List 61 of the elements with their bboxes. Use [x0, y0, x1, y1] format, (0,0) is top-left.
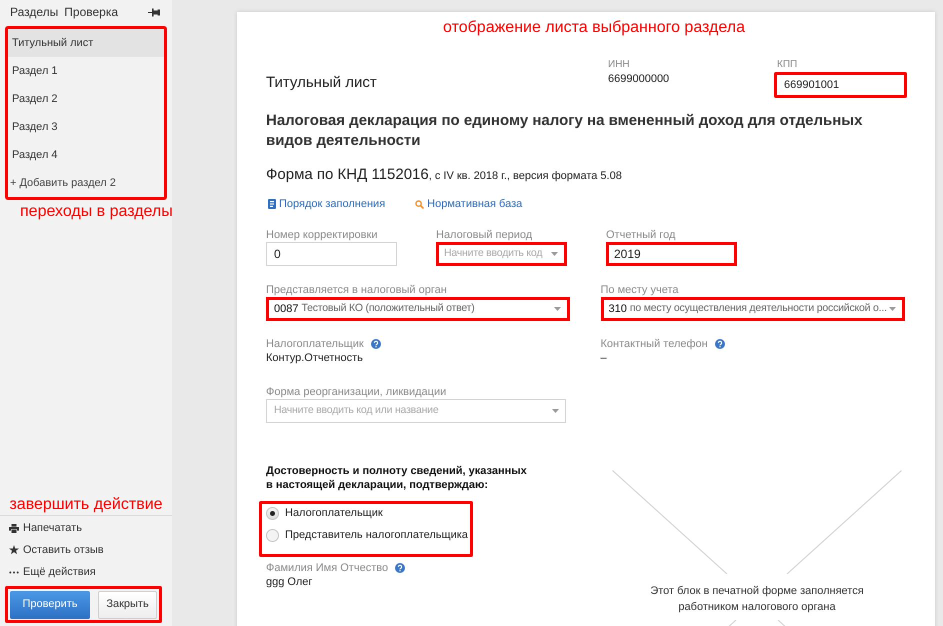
- action-link[interactable]: Оставить отзыв: [0, 539, 172, 561]
- sidebar-tab[interactable]: Проверка: [64, 4, 118, 20]
- field-label: По месту учета: [600, 283, 678, 297]
- radio-button[interactable]: [266, 506, 279, 520]
- primary-button[interactable]: Проверить: [10, 590, 90, 618]
- add-section-link[interactable]: + Добавить раздел 2: [8, 169, 164, 197]
- help-icon[interactable]: [370, 339, 381, 349]
- caret-icon: [888, 307, 896, 311]
- search-icon: [415, 200, 424, 208]
- field-label: Представляется в налоговый орган: [266, 283, 447, 297]
- field-label: Налоговый период: [436, 228, 532, 242]
- link[interactable]: Порядок заполнения: [268, 196, 386, 212]
- field-label: Форма реорганизации, ликвидации: [266, 385, 446, 399]
- field-value: ggg Олег: [266, 575, 312, 589]
- form-code: Форма по КНД 1152016: [266, 166, 429, 184]
- radio-option[interactable]: Налогоплательщик: [266, 504, 470, 522]
- field-label: Отчетный год: [606, 228, 676, 242]
- field-label: КПП: [776, 58, 798, 72]
- form-version: , с IV кв. 2018 г., версия формата 5.08: [428, 169, 622, 184]
- field-value: 6699000000: [608, 72, 670, 86]
- section-item[interactable]: Раздел 1: [8, 57, 164, 85]
- dropdown-field[interactable]: 0087 Тестовый КО (положительный ответ): [266, 297, 570, 321]
- action-link[interactable]: Ещё действия: [0, 561, 172, 583]
- dropdown-field[interactable]: 310 по месту осуществления деятельности российской о...: [600, 297, 904, 321]
- document-icon: [268, 199, 276, 209]
- help-icon[interactable]: [714, 339, 725, 349]
- secondary-button[interactable]: Закрыть: [98, 590, 157, 618]
- printer-icon: [9, 524, 19, 532]
- annotation-text: завершить действие: [8, 495, 164, 515]
- section-item[interactable]: Титульный лист: [8, 29, 164, 57]
- pin-icon[interactable]: [148, 8, 160, 16]
- annotation-text: отображение листа выбранного раздела: [443, 19, 745, 36]
- input-field[interactable]: 2019: [606, 242, 737, 266]
- radio-button[interactable]: [266, 528, 279, 542]
- form-heading: Налоговая декларация по единому налогу на вмененный доход для отдельных видов деятельности: [266, 111, 864, 151]
- radio-option[interactable]: Представитель налогоплательщика: [266, 526, 470, 544]
- more-icon: [9, 570, 19, 574]
- annotation-text: переходы в разделы: [19, 202, 172, 222]
- section-item[interactable]: Раздел 2: [8, 85, 164, 113]
- field-label: Контактный телефон: [600, 337, 708, 351]
- tax-office-note: Этот блок в печатной форме заполняется работником налогового органа: [649, 584, 865, 615]
- help-icon[interactable]: [395, 563, 406, 573]
- field-label: Налогоплательщик: [266, 337, 364, 351]
- section-item[interactable]: Раздел 4: [8, 141, 164, 169]
- link[interactable]: Нормативная база: [415, 196, 522, 212]
- sheet-title: Титульный лист: [266, 74, 377, 92]
- field-label: Номер корректировки: [266, 228, 378, 242]
- input-field[interactable]: 0: [266, 242, 397, 266]
- caret-icon: [551, 252, 558, 256]
- kpp-value: 669901001: [774, 72, 907, 98]
- star-icon: [9, 545, 19, 555]
- caret-icon: [552, 409, 559, 413]
- field-label: Фамилия Имя Отчество: [266, 561, 388, 575]
- field-label: ИНН: [608, 58, 630, 72]
- field-value: Контур.Отчетность: [266, 351, 363, 365]
- action-link[interactable]: Напечатать: [0, 517, 172, 539]
- section-item[interactable]: Раздел 3: [8, 113, 164, 141]
- confirm-text: Достоверность и полноту сведений, указанных в настоящей декларации, подтверждаю:: [266, 464, 528, 492]
- caret-icon: [554, 307, 561, 311]
- sidebar-tab[interactable]: Разделы: [10, 4, 58, 20]
- field-value: –: [600, 351, 607, 365]
